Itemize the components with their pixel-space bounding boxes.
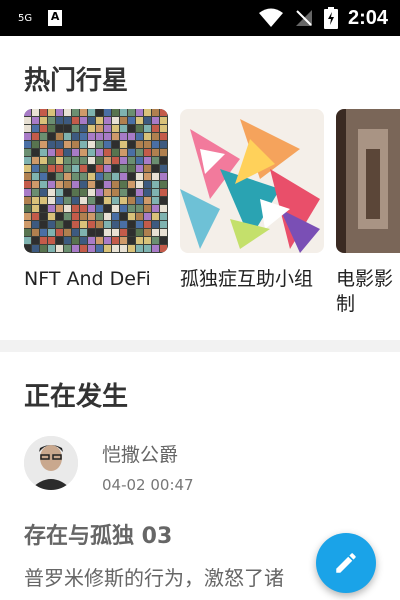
section-divider — [0, 340, 400, 352]
compose-button[interactable] — [316, 533, 376, 593]
post-title[interactable]: 存在与孤独 03 — [24, 518, 172, 550]
planet-card-film[interactable]: 电影影制 — [336, 109, 400, 317]
post-author[interactable]: 恺撒公爵 — [102, 440, 178, 467]
pencil-edit-icon — [336, 553, 356, 573]
battery-icon — [323, 7, 338, 29]
no-signal-icon — [295, 10, 312, 26]
planet-card-nft[interactable]: NFT And DeFi — [24, 109, 168, 292]
network-type-label: 5G — [18, 12, 33, 24]
happening-now-title: 正在发生 — [24, 382, 129, 412]
planet-card-label: 孤独症互助小组 — [180, 268, 314, 290]
post-body[interactable]: 普罗米修斯的行为，激怒了诸 — [24, 562, 354, 591]
planet-card-autism-support[interactable]: 孤独症互助小组 — [180, 109, 324, 292]
post-timestamp: 04-02 00:47 — [102, 476, 194, 494]
notification-a-icon: A — [48, 10, 63, 26]
status-left: 5G A — [18, 10, 63, 26]
avatar[interactable] — [24, 436, 78, 490]
nft-collage-thumbnail — [24, 109, 168, 253]
status-bar: 5G A 2:04 — [0, 0, 400, 36]
wifi-icon — [258, 8, 283, 27]
colorful-abstract-thumbnail — [180, 109, 324, 253]
planet-card-label: 电影影制 — [336, 268, 394, 315]
hot-planets-title: 热门行星 — [24, 66, 129, 96]
film-still-thumbnail — [336, 109, 400, 253]
clock-time: 2:04 — [347, 6, 388, 29]
planet-card-label: NFT And DeFi — [24, 268, 151, 290]
status-right: 2:04 — [258, 6, 388, 30]
